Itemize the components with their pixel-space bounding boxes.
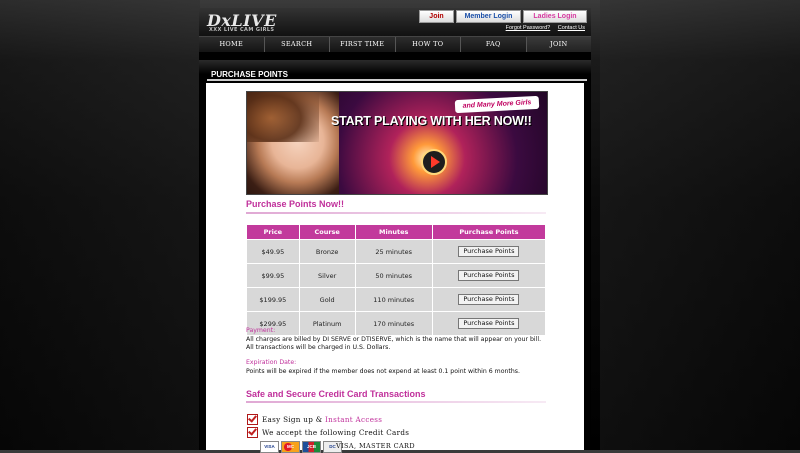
page-wrapper: DxLIVE XXX LIVE CAM GIRLS Join Member Lo… — [199, 8, 591, 453]
main-content: and Many More Girls START PLAYING WITH H… — [206, 83, 584, 453]
col-price: Price — [246, 224, 300, 240]
price-cell: $49.95 — [246, 239, 300, 264]
ladies-login-button[interactable]: Ladies Login — [523, 10, 587, 23]
feature-credit-cards: We accept the following Credit Cards — [262, 428, 410, 437]
nav-item-home[interactable]: HOME — [199, 37, 265, 52]
col-course: Course — [298, 224, 356, 240]
nav-item-join[interactable]: JOIN — [526, 37, 591, 52]
visa-card-icon: VISA — [260, 441, 279, 453]
minutes-cell: 50 minutes — [354, 263, 433, 288]
purchase-points-button-silver[interactable]: Purchase Points — [458, 270, 520, 281]
contact-us-link[interactable]: Contact Us — [558, 25, 585, 31]
checkmark-icon — [247, 427, 258, 438]
banner-tag: and Many More Girls — [454, 95, 540, 114]
expiration-text: Points will be expired if the member doe… — [246, 367, 520, 375]
purchase-points-button-gold[interactable]: Purchase Points — [458, 294, 520, 305]
left-background — [0, 0, 200, 450]
payment-note: Payment: All charges are billed by DI SE… — [246, 327, 541, 353]
secure-divider — [246, 401, 546, 403]
forgot-password-link[interactable]: Forgot Password? — [506, 25, 551, 31]
jcb-card-icon: JCB — [302, 441, 321, 453]
play-icon[interactable] — [421, 149, 447, 175]
course-cell: Bronze — [298, 239, 356, 264]
secure-heading: Safe and Secure Credit Card Transactions — [246, 389, 426, 399]
purchase-cell: Purchase Points — [431, 263, 547, 288]
main-nav: HOME SEARCH FIRST TIME HOW TO FAQ JOIN — [199, 36, 591, 52]
feature-instant-access: Instant Access — [325, 415, 383, 424]
member-login-button[interactable]: Member Login — [456, 10, 521, 23]
price-cell: $99.95 — [246, 263, 300, 288]
nav-item-faq[interactable]: FAQ — [461, 37, 527, 52]
model-hair — [247, 92, 319, 142]
checkmark-icon — [247, 414, 258, 425]
banner-headline: START PLAYING WITH HER NOW!! — [331, 114, 532, 128]
nav-item-search[interactable]: SEARCH — [265, 37, 330, 52]
header-links: Forgot Password? Contact Us — [500, 25, 585, 31]
purchase-cell: Purchase Points — [431, 287, 547, 312]
table-row: $99.95 Silver 50 minutes Purchase Points — [246, 263, 547, 288]
purchase-cell: Purchase Points — [431, 239, 547, 264]
col-minutes: Minutes — [354, 224, 433, 240]
table-row: $49.95 Bronze 25 minutes Purchase Points — [246, 239, 547, 264]
expiration-label: Expiration Date: — [246, 359, 297, 366]
col-purchase: Purchase Points — [431, 224, 547, 240]
page-title: PURCHASE POINTS — [211, 70, 288, 79]
purchase-divider — [246, 212, 546, 214]
course-cell: Silver — [298, 263, 356, 288]
price-cell: $199.95 — [246, 287, 300, 312]
points-table: Price Course Minutes Purchase Points $49… — [246, 224, 547, 336]
expiration-note: Expiration Date: Points will be expired … — [246, 359, 520, 376]
payment-label: Payment: — [246, 327, 276, 334]
table-header-row: Price Course Minutes Purchase Points — [246, 224, 547, 240]
mastercard-icon: MC — [281, 441, 300, 453]
site-header: DxLIVE XXX LIVE CAM GIRLS Join Member Lo… — [199, 8, 591, 36]
credit-card-logos: VISA MC JCB DC — [260, 441, 342, 453]
table-row: $199.95 Gold 110 minutes Purchase Points — [246, 287, 547, 312]
minutes-cell: 110 minutes — [354, 287, 433, 312]
minutes-cell: 25 minutes — [354, 239, 433, 264]
promo-banner[interactable]: and Many More Girls START PLAYING WITH H… — [246, 91, 548, 195]
purchase-points-button-bronze[interactable]: Purchase Points — [458, 246, 520, 257]
feature-signup: Easy Sign up & Instant Access — [262, 415, 382, 424]
right-background — [600, 0, 800, 450]
payment-line-1: All charges are billed by DI SERVE or DT… — [246, 335, 542, 343]
payment-line-2: All transactions will be charged in U.S.… — [246, 344, 391, 351]
site-tagline: XXX LIVE CAM GIRLS — [209, 27, 275, 33]
nav-item-how-to[interactable]: HOW TO — [396, 37, 461, 52]
feature-signup-text: Easy Sign up & — [262, 415, 326, 424]
accepted-cards-text: VISA, MASTER CARD — [336, 442, 415, 450]
purchase-heading: Purchase Points Now!! — [246, 199, 345, 209]
join-button[interactable]: Join — [419, 10, 454, 23]
nav-item-first-time[interactable]: FIRST TIME — [330, 37, 396, 52]
course-cell: Gold — [298, 287, 356, 312]
title-divider — [207, 79, 587, 81]
